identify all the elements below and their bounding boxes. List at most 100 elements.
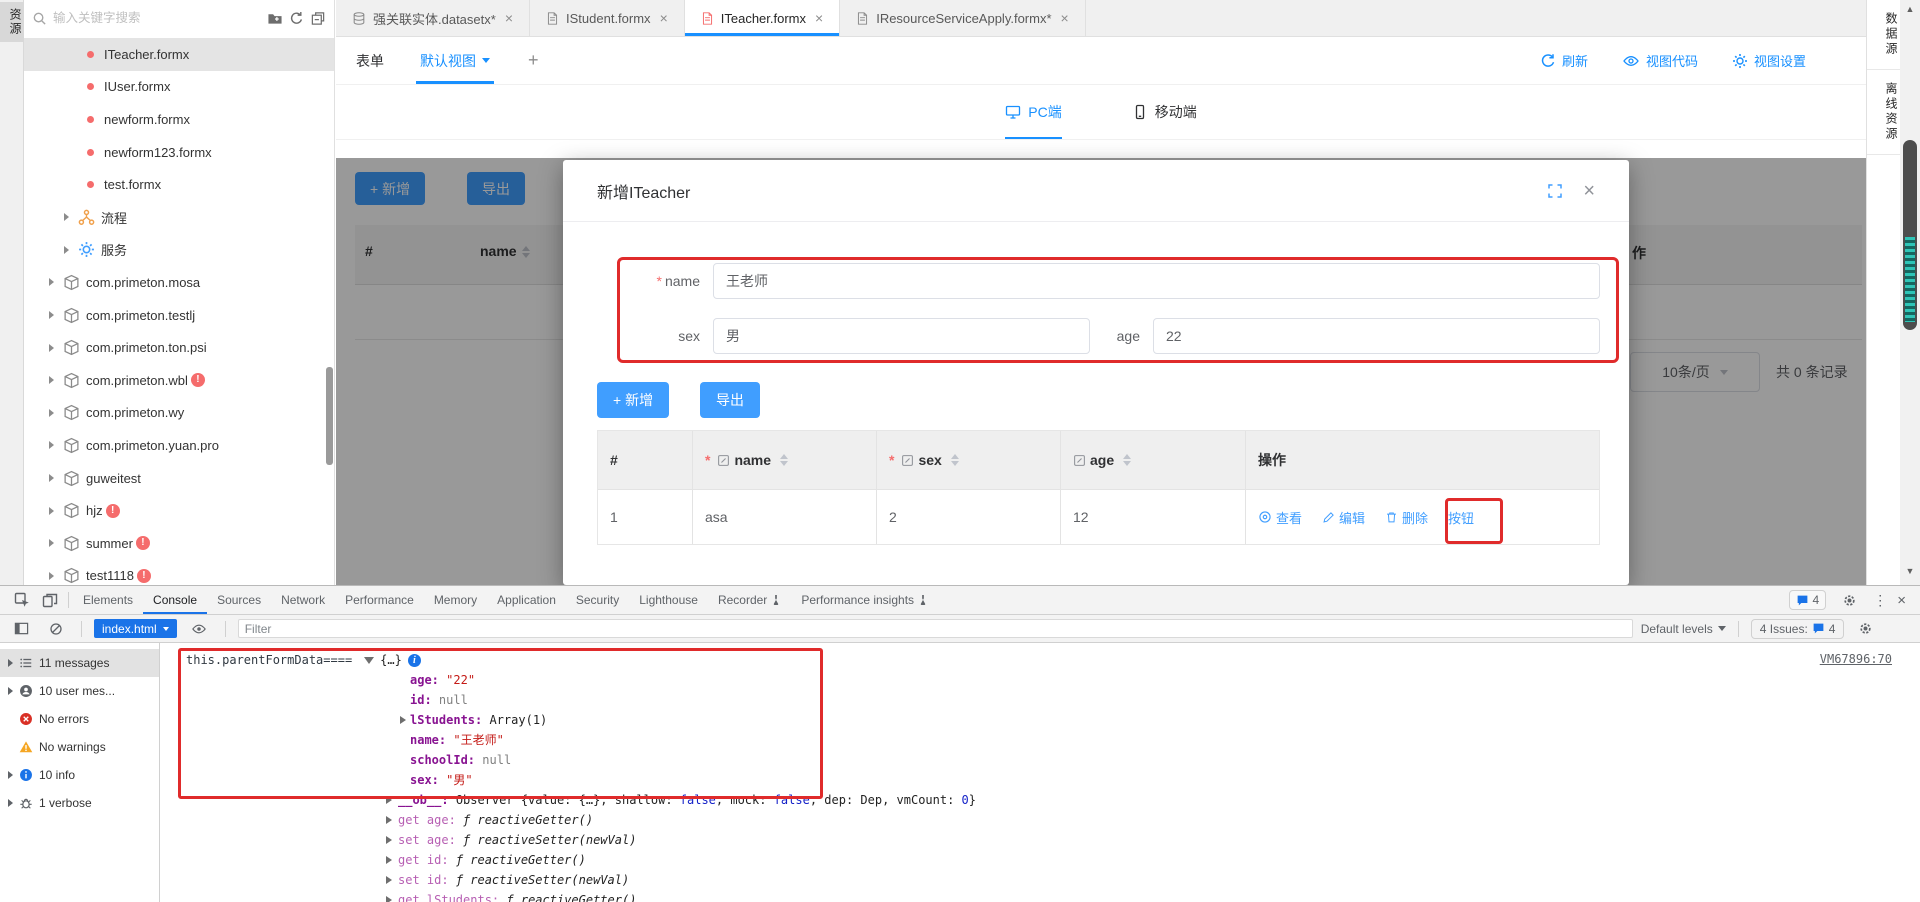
devtools-tab-security[interactable]: Security [566,586,629,614]
device-mobile-tab[interactable]: 移动端 [1132,85,1197,139]
tree-package[interactable]: summer ! [24,527,334,560]
devtools-tab-elements[interactable]: Elements [73,586,143,614]
tree-file-iuser[interactable]: IUser.formx [24,71,334,104]
issues-counter[interactable]: 4 Issues: 4 [1751,619,1845,639]
expand-icon[interactable] [49,474,54,482]
expand-icon[interactable] [8,687,13,695]
expand-icon[interactable] [386,796,392,804]
tree-package[interactable]: test1118 ! [24,560,334,586]
expand-icon[interactable] [386,896,392,902]
tree-package[interactable]: com.primeton.ton.psi [24,331,334,364]
dialog-add-button[interactable]: + 新增 [597,382,669,418]
filter-warnings[interactable]: No warnings [0,733,159,761]
log-levels-select[interactable]: Default levels [1641,622,1726,636]
tree-group-process[interactable]: 流程 [24,201,334,234]
expand-icon[interactable] [49,507,54,515]
tree-package[interactable]: guweitest [24,462,334,495]
dialog-export-button[interactable]: 导出 [700,382,760,418]
expand-icon[interactable] [49,539,54,547]
default-view-tab[interactable]: 默认视图 [420,37,490,84]
expand-icon[interactable] [64,246,69,254]
devtools-tab-console[interactable]: Console [143,586,207,614]
devtools-tab-sources[interactable]: Sources [207,586,271,614]
expand-icon[interactable] [49,344,54,352]
delete-link[interactable]: 删除 [1385,508,1428,527]
edit-link[interactable]: 编辑 [1322,508,1365,527]
tree-package[interactable]: com.primeton.testlj [24,299,334,332]
close-icon[interactable]: × [505,10,513,26]
view-settings-button[interactable]: 视图设置 [1732,51,1806,70]
expand-icon[interactable] [49,441,54,449]
tree-package[interactable]: com.primeton.wy [24,397,334,430]
filter-verbose[interactable]: 1 verbose [0,789,159,817]
sidebar-scrollbar-thumb[interactable] [326,367,333,465]
scroll-down-icon[interactable]: ▼ [1900,566,1920,576]
console-messages-badge[interactable]: 4 [1789,590,1827,610]
scrollbar-thumb[interactable] [1903,140,1917,330]
add-view-button[interactable]: + [528,50,539,71]
datasource-rail-tab[interactable]: 数据源 [1867,0,1900,70]
tree-file-newform[interactable]: newform.formx [24,103,334,136]
tree-group-service[interactable]: 服务 [24,234,334,267]
devtools-tab-performance[interactable]: Performance [335,586,424,614]
devtools-tab-application[interactable]: Application [487,586,566,614]
devtools-tab-recorder[interactable]: Recorder [708,586,791,614]
view-link[interactable]: 查看 [1258,508,1302,527]
expand-icon[interactable] [386,816,392,824]
console-settings-gear-icon[interactable] [1852,621,1879,636]
kebab-menu-icon[interactable]: ⋮ [1873,592,1887,609]
tree-package[interactable]: com.primeton.yuan.pro [24,429,334,462]
fullscreen-icon[interactable] [1547,183,1563,199]
inspect-icon[interactable] [8,592,36,608]
expand-icon[interactable] [49,409,54,417]
sort-icon[interactable] [780,454,788,466]
gear-icon[interactable] [1836,593,1863,608]
close-icon[interactable]: × [815,10,823,26]
expand-icon[interactable] [49,572,54,580]
expanded-arrow-icon[interactable] [364,657,374,664]
sort-icon[interactable] [1123,454,1131,466]
search-input[interactable] [53,11,261,25]
devtools-tab-memory[interactable]: Memory [424,586,487,614]
close-icon[interactable]: × [1061,10,1069,26]
custom-button-link[interactable]: 按钮 [1448,508,1474,527]
expand-icon[interactable] [49,278,54,286]
expand-icon[interactable] [64,213,69,221]
filter-info[interactable]: 10 info [0,761,159,789]
view-code-button[interactable]: 视图代码 [1622,51,1698,70]
age-input[interactable] [1153,318,1600,354]
close-icon[interactable]: × [660,10,668,26]
expand-icon[interactable] [8,771,13,779]
col-sex[interactable]: * sex [877,431,1061,489]
filter-errors[interactable]: No errors [0,705,159,733]
expand-icon[interactable] [8,659,13,667]
refresh-button[interactable]: 刷新 [1540,51,1588,70]
sort-icon[interactable] [951,454,959,466]
tab-istudent[interactable]: IStudent.formx × [530,0,685,36]
tab-iresourceserviceapply[interactable]: IResourceServiceApply.formx* × [840,0,1086,36]
tree-package[interactable]: com.primeton.wbl ! [24,364,334,397]
close-devtools-icon[interactable]: × [1897,592,1906,609]
col-age[interactable]: age [1061,431,1246,489]
close-icon[interactable]: × [1583,181,1595,201]
expand-icon[interactable] [49,311,54,319]
device-toolbar-icon[interactable] [36,592,64,608]
expand-icon[interactable] [400,716,406,724]
resource-rail-tab[interactable]: 资源 [0,2,24,42]
console-filter-input[interactable] [238,619,1633,638]
tab-iteacher[interactable]: ITeacher.formx × [685,0,840,36]
expand-icon[interactable] [386,876,392,884]
new-folder-icon[interactable] [267,11,283,26]
filter-all-messages[interactable]: 11 messages [0,649,159,677]
tree-package[interactable]: hjz ! [24,494,334,527]
devtools-tab-lighthouse[interactable]: Lighthouse [629,586,708,614]
tree-file-iteacher[interactable]: ITeacher.formx [24,38,334,71]
collapse-all-icon[interactable] [310,11,326,26]
col-name[interactable]: * name [693,431,877,489]
sex-input[interactable] [713,318,1090,354]
device-pc-tab[interactable]: PC端 [1005,85,1061,139]
name-input[interactable] [713,263,1600,299]
devtools-tab-network[interactable]: Network [271,586,335,614]
console-sidebar-toggle-icon[interactable] [8,621,35,636]
tree-file-newform123[interactable]: newform123.formx [24,136,334,169]
